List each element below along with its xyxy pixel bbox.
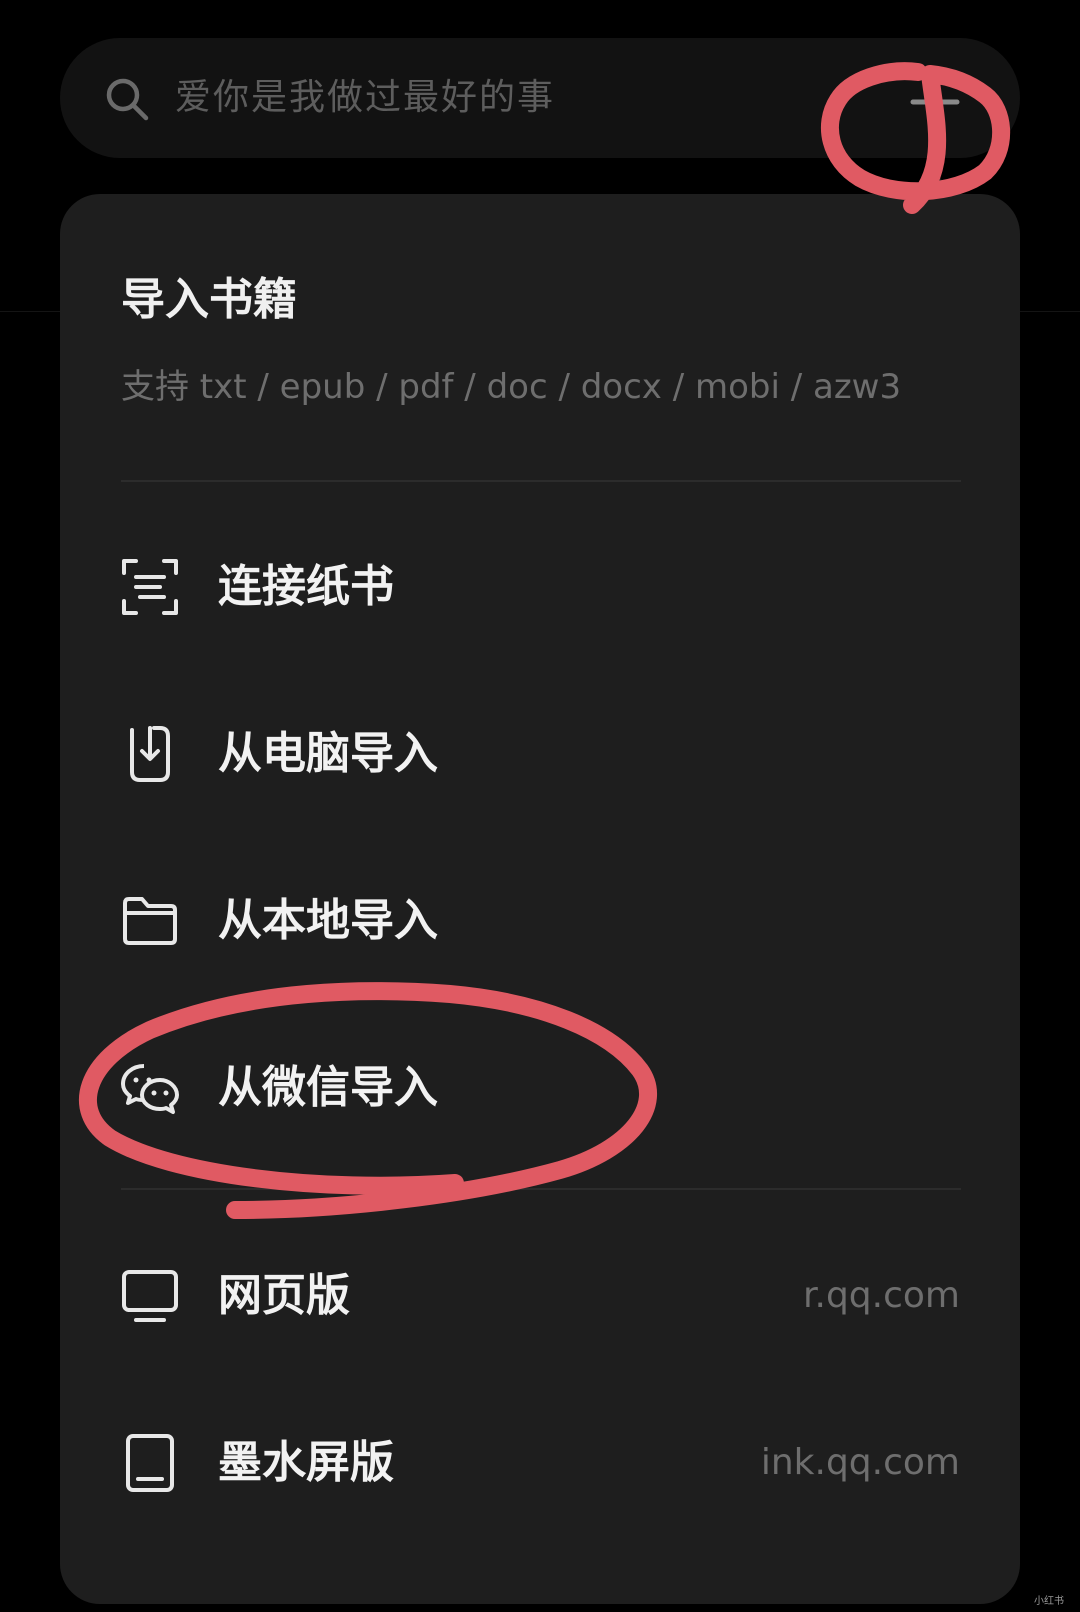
- screen: 爱你是我做过最好的事 导入书籍 支持 txt / epub / pdf / do…: [0, 0, 1080, 1612]
- menu-item-label: 从本地导入: [218, 895, 438, 946]
- monitor-icon: [122, 1270, 178, 1322]
- menu-item-connect-paper-book[interactable]: 连接纸书: [100, 527, 980, 647]
- eink-url: ink.qq.com: [760, 1442, 960, 1483]
- menu-item-label: 连接纸书: [218, 561, 394, 612]
- menu-item-import-from-local[interactable]: 从本地导入: [100, 861, 980, 981]
- menu-item-label: 从电脑导入: [218, 728, 438, 779]
- web-url: r.qq.com: [803, 1275, 960, 1316]
- plus-icon[interactable]: [905, 72, 965, 132]
- menu-item-eink-version[interactable]: 墨水屏版 ink.qq.com: [100, 1403, 980, 1523]
- menu-item-label: 网页版: [218, 1270, 350, 1321]
- search-placeholder[interactable]: 爱你是我做过最好的事: [175, 68, 555, 128]
- phone-import-icon: [130, 726, 170, 782]
- menu-item-import-from-computer[interactable]: 从电脑导入: [100, 694, 980, 814]
- panel-title: 导入书籍: [121, 274, 297, 325]
- watermark-logo: 小红书: [1034, 1596, 1064, 1607]
- panel-subtitle: 支持 txt / epub / pdf / doc / docx / mobi …: [121, 367, 902, 407]
- menu-item-import-from-wechat[interactable]: 从微信导入: [100, 1028, 980, 1148]
- folder-icon: [123, 897, 177, 945]
- tablet-icon: [126, 1434, 174, 1492]
- menu-item-label: 从微信导入: [218, 1062, 438, 1113]
- panel-caret: [926, 174, 948, 188]
- menu-item-web-version[interactable]: 网页版 r.qq.com: [100, 1236, 980, 1356]
- divider: [121, 1188, 961, 1190]
- divider: [121, 480, 961, 482]
- menu-item-label: 墨水屏版: [218, 1437, 394, 1488]
- search-icon: [106, 78, 149, 121]
- scan-icon: [122, 559, 178, 615]
- wechat-icon: [121, 1064, 179, 1114]
